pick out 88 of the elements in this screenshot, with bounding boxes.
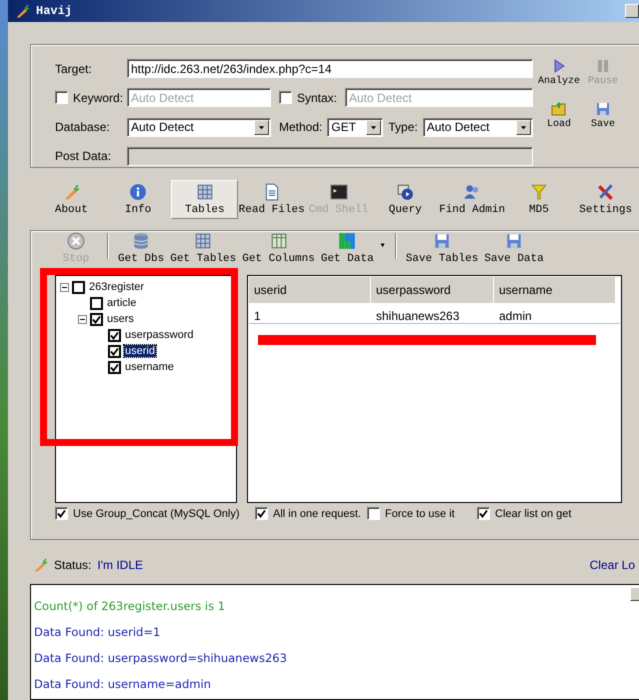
log-line: Count(*) of 263register.users is 1 — [34, 599, 226, 615]
toolbar-button[interactable]: Get Tables — [167, 232, 240, 265]
scroll-up-button[interactable] — [630, 587, 639, 601]
checkbox[interactable] — [72, 280, 85, 294]
tab[interactable]: Settings — [572, 180, 639, 219]
checkbox[interactable] — [255, 507, 268, 520]
column-header[interactable]: userpassword — [371, 277, 494, 303]
tab[interactable]: Tables — [171, 180, 238, 219]
log-line: Data Found: userid=1 — [34, 625, 162, 641]
window-title: Havij — [36, 4, 72, 18]
query-icon — [396, 183, 414, 201]
database-icon — [132, 232, 150, 250]
dropdown[interactable]: GET — [327, 118, 384, 137]
dropdown-button[interactable]: ▾ — [376, 240, 389, 252]
input-field[interactable]: Auto Detect — [127, 88, 271, 108]
tab[interactable]: Info — [104, 180, 172, 219]
clear-log-link[interactable]: Clear Lo — [590, 558, 635, 572]
field-label: Method: — [279, 120, 322, 134]
field-label: Syntax: — [297, 90, 338, 105]
field-label: Post Data: — [55, 149, 112, 164]
dropdown[interactable]: Auto Detect — [422, 118, 533, 137]
collapse-toggle[interactable] — [78, 314, 87, 324]
checkbox[interactable] — [108, 344, 121, 358]
field-label: Database: — [55, 120, 111, 134]
input-field[interactable]: Auto Detect — [345, 88, 533, 108]
table-cell-text: 1 — [253, 309, 262, 323]
status-label: Status: — [54, 558, 92, 572]
tree-item[interactable]: 263register — [88, 281, 146, 293]
toolbar-button[interactable]: Get Data — [318, 232, 377, 265]
folder-icon — [551, 101, 567, 117]
info-icon — [129, 183, 148, 201]
collapse-toggle[interactable] — [60, 282, 69, 292]
data-grid-icon — [338, 232, 356, 250]
load-button[interactable]: Load — [537, 101, 581, 130]
caret-icon — [258, 124, 265, 131]
tree-item[interactable]: userid — [124, 345, 156, 357]
field-label: Type: — [388, 120, 418, 134]
checkbox[interactable] — [90, 312, 103, 326]
columns-icon — [270, 232, 288, 250]
toolbar-button[interactable]: Save Tables — [402, 232, 482, 265]
tab[interactable]: Query — [372, 180, 439, 219]
table-cell-text: admin — [498, 309, 533, 323]
checkbox[interactable] — [55, 91, 68, 104]
table-icon — [196, 183, 214, 201]
checkbox-label: All in one request. — [273, 508, 362, 520]
tab[interactable]: MD5 — [506, 180, 572, 219]
checkbox[interactable] — [108, 360, 121, 374]
log-line: Data Found: username=admin — [34, 677, 212, 693]
checkbox[interactable] — [279, 91, 292, 104]
log-line: Data Found: userpassword=shihuanews263 — [34, 651, 288, 667]
checkbox[interactable] — [108, 328, 121, 342]
caret-icon — [520, 124, 527, 131]
checkbox[interactable] — [90, 296, 103, 310]
pause-icon — [595, 58, 611, 74]
field-label: Keyword: — [73, 90, 124, 105]
checkbox[interactable] — [367, 507, 380, 520]
save-button[interactable]: Save — [583, 101, 623, 130]
minimize-button[interactable] — [625, 4, 639, 18]
checkbox[interactable] — [477, 507, 490, 520]
floppy-icon — [433, 232, 452, 250]
analyze-button[interactable]: Analyze — [537, 58, 581, 87]
checkbox-label: Use Group_Concat (MySQL Only) — [73, 508, 240, 520]
column-header[interactable]: userid — [249, 277, 371, 303]
field-label: Target: — [55, 62, 93, 76]
table-icon — [194, 232, 212, 250]
tree-item[interactable]: username — [124, 361, 175, 373]
toolbar-button[interactable]: Get Columns — [239, 232, 318, 265]
tree-item[interactable]: users — [106, 313, 135, 325]
tab[interactable]: Find Admin — [438, 180, 506, 219]
tab[interactable]: Read Files — [238, 180, 306, 219]
caret-icon — [370, 124, 378, 131]
toolbar-button[interactable]: Save Data — [481, 232, 547, 265]
column-header[interactable]: username — [494, 277, 616, 303]
checkbox-label: Clear list on get — [495, 508, 572, 520]
url-field[interactable]: http://idc.263.net/263/index.php?c=14 — [127, 59, 533, 78]
checkbox[interactable] — [55, 507, 68, 520]
checkbox-label: Force to use it — [385, 508, 455, 520]
tree-item[interactable]: article — [106, 297, 138, 309]
toolbar-button[interactable]: Get Dbs — [115, 232, 168, 265]
floppy-icon — [505, 232, 524, 250]
tree-item[interactable]: userpassword — [124, 329, 194, 341]
tools-icon — [596, 183, 615, 201]
floppy-icon — [595, 101, 611, 117]
table-cell-text: shihuanews263 — [375, 309, 460, 323]
dropdown[interactable]: Auto Detect — [127, 118, 271, 137]
tab[interactable]: About — [38, 180, 105, 219]
status-value: I'm IDLE — [97, 558, 143, 572]
terminal-icon — [330, 183, 348, 201]
